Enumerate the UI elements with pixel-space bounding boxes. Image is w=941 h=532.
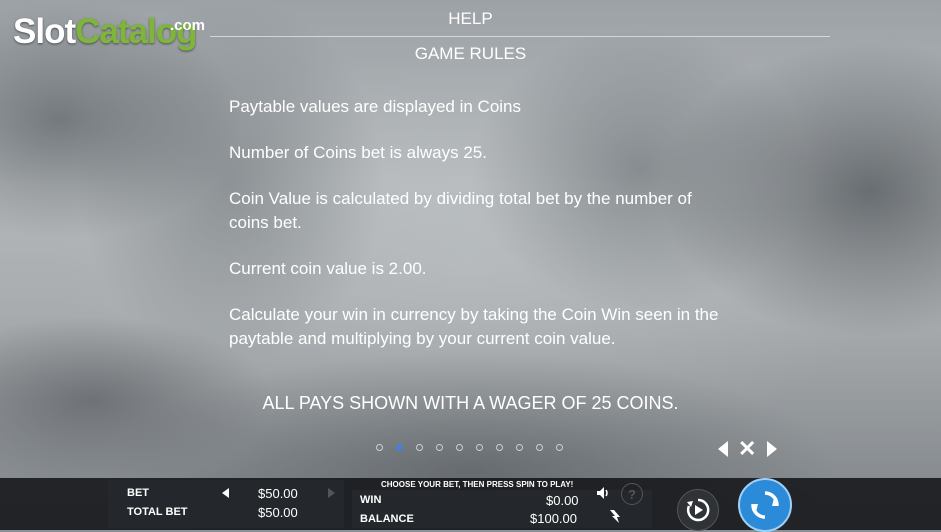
arrow-right-icon[interactable] [767, 441, 777, 457]
wager-note: ALL PAYS SHOWN WITH A WAGER OF 25 COINS. [262, 393, 679, 413]
close-icon[interactable]: ✕ [738, 438, 756, 460]
win-label: WIN [360, 494, 382, 506]
page-dot[interactable] [556, 444, 563, 451]
header-divider [210, 36, 830, 37]
rule-paragraph: Number of Coins bet is always 25. [229, 143, 487, 162]
bet-label: BET [127, 487, 149, 499]
speaker-icon[interactable] [593, 483, 615, 503]
lightning-icon[interactable] [604, 506, 626, 526]
page-indicator [376, 444, 563, 451]
section-title: GAME RULES [414, 44, 527, 63]
arrow-left-icon[interactable] [718, 441, 728, 457]
spin-icon [751, 491, 779, 519]
bet-increase-button[interactable] [328, 488, 335, 498]
bet-decrease-button[interactable] [222, 488, 229, 498]
page-dot[interactable] [416, 444, 423, 451]
question-icon[interactable]: ? [621, 483, 643, 505]
page-dot[interactable] [456, 444, 463, 451]
spin-button[interactable] [738, 478, 792, 532]
rules-text: Paytable values are displayed in Coins N… [229, 95, 719, 373]
page-dot[interactable] [516, 444, 523, 451]
page-dot[interactable] [376, 444, 383, 451]
total-bet-label: TOTAL BET [127, 506, 188, 518]
page-dot[interactable] [496, 444, 503, 451]
total-bet-value: $50.00 [258, 505, 298, 520]
page-dot[interactable] [536, 444, 543, 451]
page-dot[interactable] [476, 444, 483, 451]
spin-notice: CHOOSE YOUR BET, THEN PRESS SPIN TO PLAY… [381, 480, 574, 489]
balance-value: $100.00 [530, 511, 577, 526]
page-dot[interactable] [436, 444, 443, 451]
bet-value: $50.00 [258, 486, 298, 501]
help-title: HELP [448, 9, 493, 28]
win-value: $0.00 [546, 493, 579, 508]
autoplay-icon[interactable] [677, 489, 719, 531]
rule-paragraph: Current coin value is 2.00. [229, 259, 427, 278]
page-dot[interactable] [396, 444, 403, 451]
rule-paragraph: Paytable values are displayed in Coins [229, 97, 522, 116]
rule-paragraph: Coin Value is calculated by dividing tot… [229, 189, 692, 232]
rule-paragraph: Calculate your win in currency by taking… [229, 305, 719, 348]
balance-label: BALANCE [360, 513, 414, 525]
